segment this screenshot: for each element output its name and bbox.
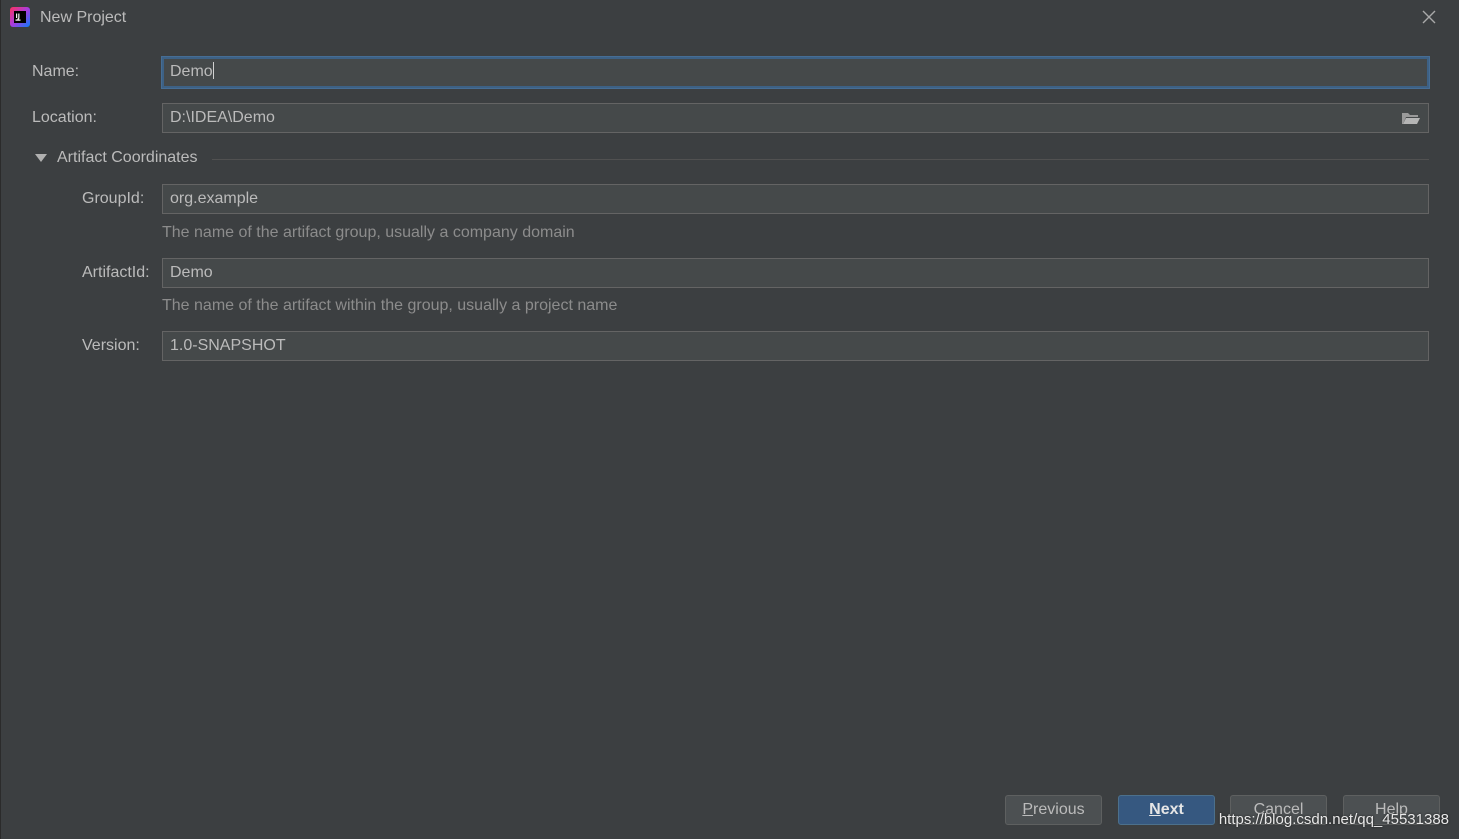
text-caret [212, 62, 214, 79]
groupid-label: GroupId: [82, 190, 145, 207]
section-divider [212, 159, 1429, 160]
watermark-text: https://blog.csdn.net/qq_45531388 [1218, 811, 1449, 828]
previous-label: revious [1033, 801, 1085, 818]
dialog-title: New Project [40, 9, 127, 26]
name-value: Demo [170, 63, 213, 80]
close-icon[interactable] [1421, 9, 1437, 25]
artifactid-hint: The name of the artifact within the grou… [162, 297, 618, 314]
name-label: Name: [32, 63, 80, 80]
folder-icon[interactable] [1401, 110, 1421, 126]
groupid-value: org.example [170, 190, 259, 207]
expand-arrow-icon[interactable] [35, 154, 47, 162]
artifact-coordinates-title[interactable]: Artifact Coordinates [57, 149, 198, 167]
name-input[interactable]: Demo [162, 57, 1429, 88]
location-label: Location: [32, 109, 97, 126]
intellij-idea-icon: IJ [10, 7, 30, 27]
svg-text:IJ: IJ [16, 13, 20, 20]
next-mnemonic: N [1149, 801, 1161, 818]
previous-button[interactable]: Previous [1005, 795, 1102, 825]
location-value: D:\IDEA\Demo [170, 109, 275, 126]
title-bar: IJ New Project [1, 0, 1459, 36]
new-project-dialog: IJ New Project Name: Demo Location: D:\I… [0, 0, 1459, 839]
previous-mnemonic: P [1022, 801, 1034, 818]
version-input[interactable]: 1.0-SNAPSHOT [162, 331, 1429, 361]
artifact-coordinates-section: Artifact Coordinates [35, 148, 1429, 170]
groupid-input[interactable]: org.example [162, 184, 1429, 214]
artifactid-value: Demo [170, 264, 213, 281]
version-value: 1.0-SNAPSHOT [170, 337, 286, 354]
groupid-hint: The name of the artifact group, usually … [162, 224, 575, 241]
location-input[interactable]: D:\IDEA\Demo [162, 103, 1429, 133]
version-label: Version: [82, 337, 140, 354]
next-label: ext [1160, 801, 1184, 818]
artifactid-input[interactable]: Demo [162, 258, 1429, 288]
next-button[interactable]: Next [1118, 795, 1215, 825]
artifactid-label: ArtifactId: [82, 264, 150, 281]
